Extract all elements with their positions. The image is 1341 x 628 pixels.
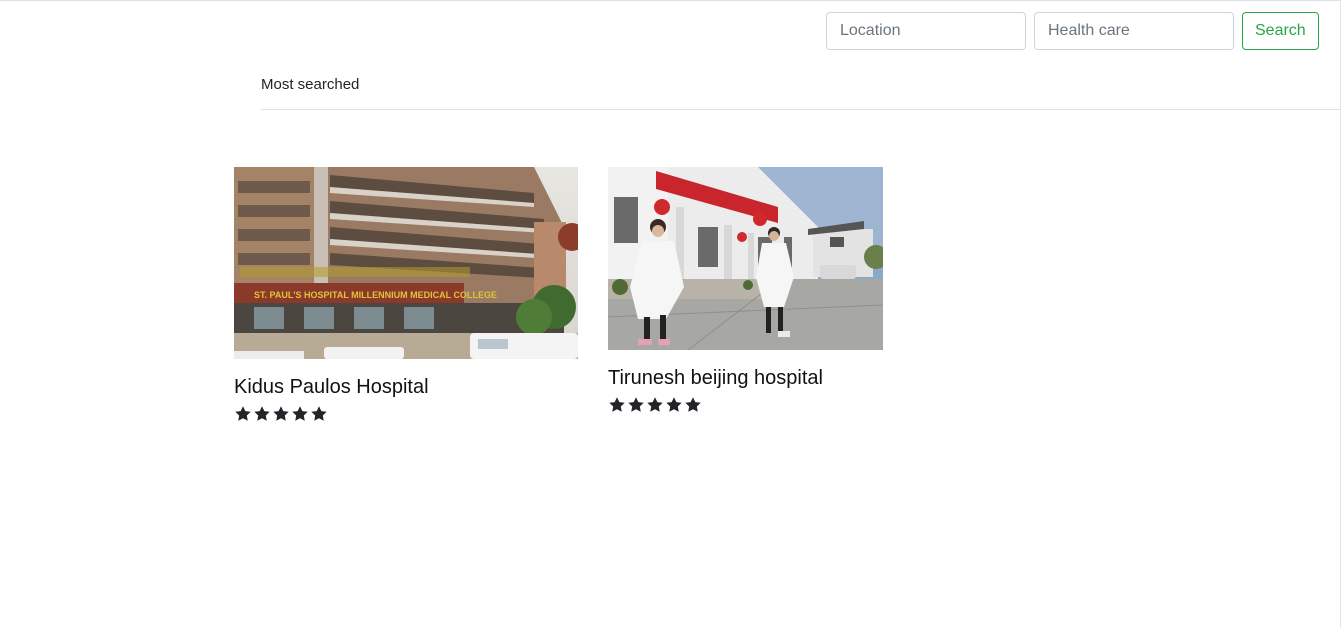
star-icon [310,405,328,423]
rating-stars [234,405,578,423]
rating-stars [608,396,883,414]
search-button[interactable]: Search [1242,12,1319,50]
star-icon [291,405,309,423]
hospital-photo[interactable] [608,167,883,350]
star-icon [665,396,683,414]
star-icon [234,405,252,423]
hospital-name[interactable]: Kidus Paulos Hospital [234,373,578,401]
hospital-card: ST. PAUL'S HOSPITAL MILLENNIUM MEDICAL C… [234,167,578,423]
hospital-photo[interactable]: ST. PAUL'S HOSPITAL MILLENNIUM MEDICAL C… [234,167,578,359]
hospital-building-image: ST. PAUL'S HOSPITAL MILLENNIUM MEDICAL C… [234,167,578,359]
hospital-card: Tirunesh beijing hospital [608,167,883,414]
hospital-sign-text: ST. PAUL'S HOSPITAL MILLENNIUM MEDICAL C… [254,290,497,300]
search-bar: Search [826,12,1319,50]
doctors-walking-image [608,167,883,350]
tabs-nav: Most searched [261,63,1340,110]
star-icon [253,405,271,423]
star-icon [627,396,645,414]
page: Search Most searched [0,0,1341,628]
hospital-name[interactable]: Tirunesh beijing hospital [608,364,883,392]
star-icon [684,396,702,414]
tab-most-searched[interactable]: Most searched [261,63,359,107]
star-icon [608,396,626,414]
star-icon [272,405,290,423]
location-input[interactable] [826,12,1026,50]
health-care-input[interactable] [1034,12,1234,50]
star-icon [646,396,664,414]
